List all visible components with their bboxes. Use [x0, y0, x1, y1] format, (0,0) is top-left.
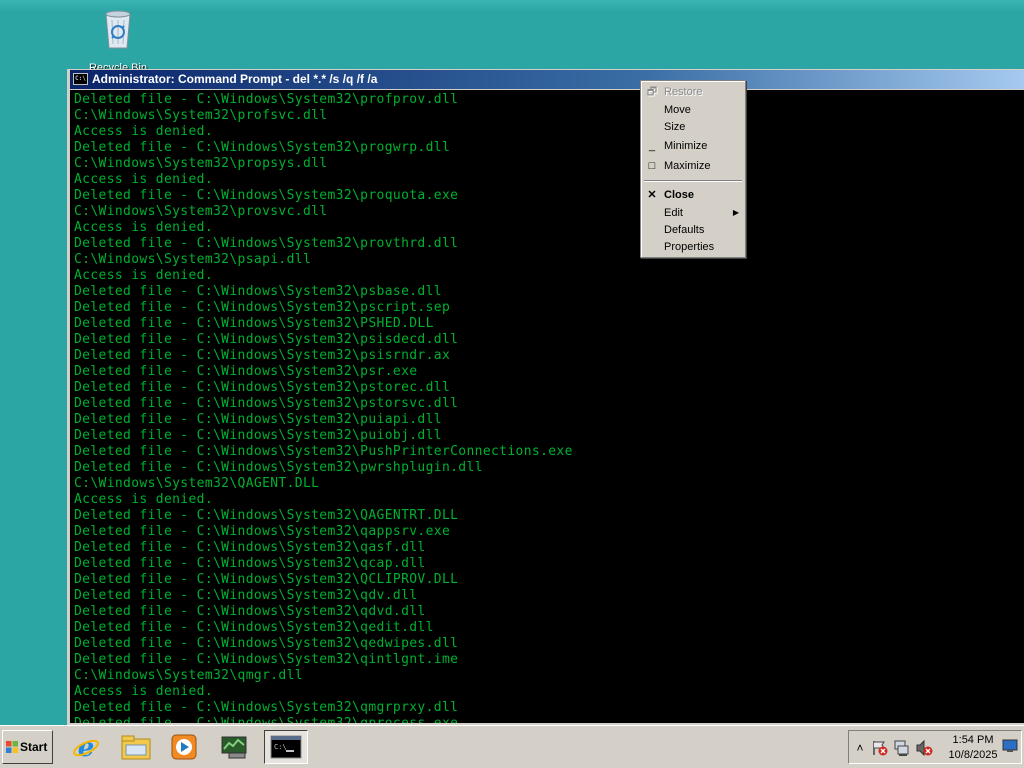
console-line: Deleted file - C:\Windows\System32\psbas…: [74, 284, 442, 299]
menu-item-label: Minimize: [664, 140, 708, 152]
menu-item-label: Properties: [664, 241, 715, 253]
console-line: Deleted file - C:\Windows\System32\qedit…: [74, 620, 434, 635]
console-lines: Deleted file - C:\Windows\System32\profp…: [74, 92, 573, 723]
submenu-arrow-icon: ▶: [732, 208, 739, 217]
console-line: Deleted file - C:\Windows\System32\puiob…: [74, 428, 442, 443]
console-line: Access is denied.: [74, 172, 214, 187]
console-line: C:\Windows\System32\profsvc.dll: [74, 108, 328, 123]
console-line: Deleted file - C:\Windows\System32\puiap…: [74, 412, 442, 427]
console-line: C:\Windows\System32\QAGENT.DLL: [74, 476, 320, 491]
console-output[interactable]: Deleted file - C:\Windows\System32\profp…: [70, 90, 1024, 723]
windows-logo-icon: [6, 741, 18, 753]
file-explorer-icon: [121, 735, 151, 760]
menu-item-close[interactable]: ✕ Close: [641, 186, 745, 204]
network-icon[interactable]: [893, 739, 911, 757]
file-explorer-button[interactable]: [114, 730, 158, 764]
command-prompt-button[interactable]: C:\: [264, 730, 308, 764]
show-desktop-icon[interactable]: [1001, 739, 1019, 757]
menu-item-label: Close: [664, 189, 694, 201]
console-line: Deleted file - C:\Windows\System32\qcap.…: [74, 556, 426, 571]
console-line: Deleted file - C:\Windows\System32\PushP…: [74, 444, 573, 459]
console-line: Deleted file - C:\Windows\System32\qproc…: [74, 716, 573, 723]
start-button[interactable]: Start: [2, 730, 53, 764]
console-line: Access is denied.: [74, 220, 214, 235]
menu-item-restore: 🗗 Restore: [641, 83, 745, 101]
desktop-top-strip: [0, 0, 1024, 12]
recycle-bin-icon: [100, 6, 136, 50]
menu-item-label: Edit: [664, 207, 683, 219]
start-label: Start: [20, 740, 48, 754]
console-line: Deleted file - C:\Windows\System32\pstor…: [74, 396, 459, 411]
console-line: Access is denied.: [74, 124, 214, 139]
menu-item-label: Restore: [664, 86, 703, 98]
console-line: Access is denied.: [74, 492, 214, 507]
console-line: Access is denied.: [74, 268, 214, 283]
menu-separator: [644, 180, 742, 182]
media-player-icon: [171, 734, 197, 760]
console-line: C:\Windows\System32\psapi.dll: [74, 252, 312, 267]
svg-text:e: e: [78, 733, 95, 762]
svg-text:C:\: C:\: [274, 743, 287, 751]
command-prompt-title-icon[interactable]: C:\: [73, 73, 88, 85]
window-title: Administrator: Command Prompt - del *.* …: [92, 72, 378, 86]
console-line: Deleted file - C:\Windows\System32\qdv.d…: [74, 588, 418, 603]
volume-muted-icon[interactable]: [915, 739, 933, 757]
menu-item-move[interactable]: Move: [641, 101, 745, 119]
console-line: Deleted file - C:\Windows\System32\proqu…: [74, 188, 459, 203]
action-center-icon[interactable]: [871, 739, 889, 757]
system-menu: 🗗 Restore Move Size _ Minimize □ Maximize ✕ Close…: [640, 80, 746, 258]
console-line: Deleted file - C:\Windows\System32\qedwi…: [74, 636, 459, 651]
console-line: Deleted file - C:\Windows\System32\qapps…: [74, 524, 451, 539]
console-line: Deleted file - C:\Windows\System32\progw…: [74, 140, 451, 155]
menu-item-edit[interactable]: Edit ▶: [641, 204, 745, 222]
console-line: Deleted file - C:\Windows\System32\psisr…: [74, 348, 451, 363]
console-line: Deleted file - C:\Windows\System32\profp…: [74, 92, 459, 107]
console-line: Deleted file - C:\Windows\System32\qintl…: [74, 652, 459, 667]
menu-item-label: Defaults: [664, 224, 705, 236]
menu-item-maximize[interactable]: □ Maximize: [641, 157, 745, 175]
menu-glyph-maximize-icon: □: [648, 160, 656, 172]
console-line: Deleted file - C:\Windows\System32\QCLIP…: [74, 572, 459, 587]
command-prompt-icon: C:\: [270, 735, 302, 759]
menu-item-properties[interactable]: Properties: [641, 238, 745, 256]
clock-time[interactable]: 1:54 PM: [943, 734, 1003, 746]
media-player-button[interactable]: [162, 730, 206, 764]
command-prompt-window[interactable]: C:\ Administrator: Command Prompt - del …: [67, 69, 1024, 725]
window-title-bar[interactable]: C:\ Administrator: Command Prompt - del …: [70, 70, 1024, 89]
menu-item-size[interactable]: Size: [641, 118, 745, 136]
console-line: C:\Windows\System32\propsys.dll: [74, 156, 328, 171]
server-manager-button[interactable]: [213, 730, 257, 764]
console-line: Deleted file - C:\Windows\System32\provt…: [74, 236, 459, 251]
console-line: C:\Windows\System32\qmgr.dll: [74, 668, 303, 683]
server-manager-icon: [221, 736, 247, 759]
console-line: Deleted file - C:\Windows\System32\qmgrp…: [74, 700, 459, 715]
console-line: Deleted file - C:\Windows\System32\qasf.…: [74, 540, 426, 555]
internet-explorer-icon: e: [73, 733, 99, 762]
menu-item-defaults[interactable]: Defaults: [641, 221, 745, 239]
menu-glyph-restore-icon: 🗗: [646, 86, 658, 98]
console-line: Deleted file - C:\Windows\System32\QAGEN…: [74, 508, 459, 523]
console-line: Deleted file - C:\Windows\System32\psisd…: [74, 332, 459, 347]
show-hidden-icons-chevron[interactable]: ˄: [851, 739, 869, 757]
clock-date[interactable]: 10/8/2025: [943, 749, 1003, 761]
taskbar: Start e C:\ ˄ 1:54 PM 10/8/2025: [0, 725, 1024, 768]
console-line: Deleted file - C:\Windows\System32\pscri…: [74, 300, 451, 315]
menu-item-minimize[interactable]: _ Minimize: [641, 137, 745, 155]
recycle-bin-shortcut[interactable]: Recycle Bin: [86, 6, 150, 72]
console-line: Deleted file - C:\Windows\System32\pstor…: [74, 380, 451, 395]
internet-explorer-button[interactable]: e: [64, 730, 108, 764]
menu-item-label: Maximize: [664, 160, 711, 172]
notification-area: ˄ 1:54 PM 10/8/2025: [848, 730, 1022, 764]
menu-glyph-minimize-icon: _: [648, 140, 656, 152]
menu-glyph-close-icon: ✕: [647, 189, 657, 201]
menu-item-label: Move: [664, 104, 691, 116]
menu-item-label: Size: [664, 121, 686, 133]
console-line: Deleted file - C:\Windows\System32\psr.e…: [74, 364, 418, 379]
console-line: Deleted file - C:\Windows\System32\qdvd.…: [74, 604, 426, 619]
console-line: Access is denied.: [74, 684, 214, 699]
console-line: Deleted file - C:\Windows\System32\pwrsh…: [74, 460, 483, 475]
console-line: C:\Windows\System32\provsvc.dll: [74, 204, 328, 219]
console-line: Deleted file - C:\Windows\System32\PSHED…: [74, 316, 434, 331]
